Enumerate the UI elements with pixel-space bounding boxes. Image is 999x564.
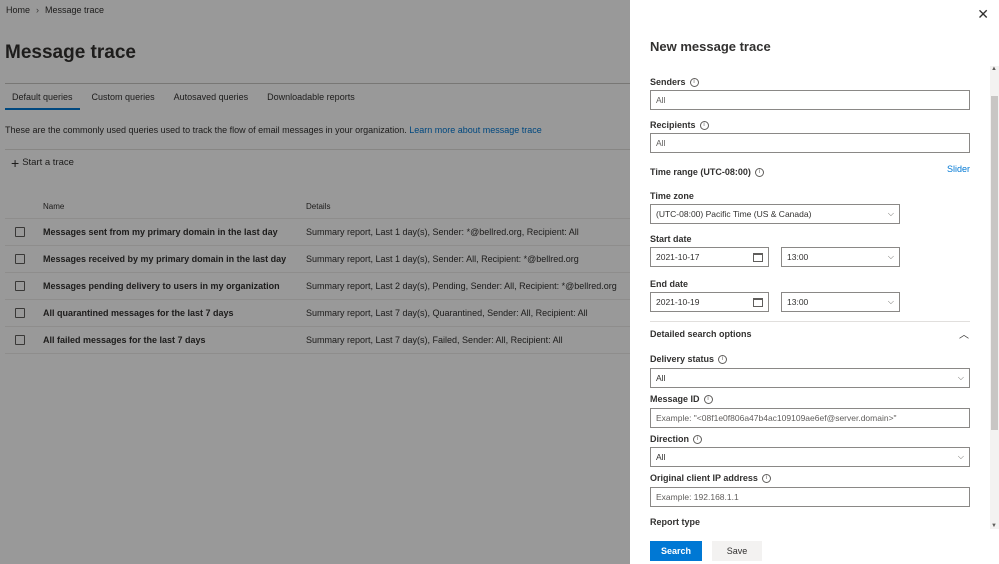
- end-time-value: 13:00: [787, 297, 809, 307]
- message-id-label: Message ID i: [650, 394, 713, 404]
- info-icon[interactable]: i: [754, 167, 764, 177]
- info-icon[interactable]: i: [689, 77, 699, 87]
- info-icon[interactable]: i: [693, 434, 703, 444]
- recipients-label: Recipients i: [650, 120, 709, 130]
- time-zone-label-text: Time zone: [650, 191, 694, 201]
- recipients-placeholder: All: [656, 138, 666, 148]
- end-time-select[interactable]: 13:00 ⌵: [781, 292, 900, 312]
- start-date-label: Start date: [650, 234, 692, 244]
- direction-select[interactable]: All ⌵: [650, 447, 970, 467]
- delivery-status-label-text: Delivery status: [650, 354, 715, 364]
- time-zone-select[interactable]: (UTC-08:00) Pacific Time (US & Canada) ⌵: [650, 204, 900, 224]
- delivery-status-select[interactable]: All ⌵: [650, 368, 970, 388]
- chevron-down-icon: ⌵: [887, 252, 894, 261]
- scroll-up-icon[interactable]: ▲: [991, 66, 997, 72]
- message-id-input[interactable]: Example: "<08f1e0f806a47b4ac109109ae6ef@…: [650, 408, 970, 428]
- scroll-thumb[interactable]: [991, 96, 998, 430]
- time-zone-value: (UTC-08:00) Pacific Time (US & Canada): [656, 209, 812, 219]
- search-button[interactable]: Search: [650, 541, 702, 561]
- chevron-down-icon: ⌵: [957, 373, 964, 382]
- chevron-down-icon: ⌵: [887, 297, 894, 306]
- senders-placeholder: All: [656, 95, 666, 105]
- start-time-select[interactable]: 13:00 ⌵: [781, 247, 900, 267]
- end-date-value: 2021-10-19: [656, 297, 700, 307]
- time-range-label: Time range (UTC-08:00) i: [650, 167, 764, 177]
- delivery-status-value: All: [656, 373, 666, 383]
- info-icon[interactable]: i: [703, 394, 713, 404]
- recipients-label-text: Recipients: [650, 120, 696, 130]
- message-id-placeholder: Example: "<08f1e0f806a47b4ac109109ae6ef@…: [656, 413, 897, 423]
- senders-label-text: Senders: [650, 77, 686, 87]
- divider: [650, 321, 970, 322]
- time-range-label-text: Time range (UTC-08:00): [650, 167, 751, 177]
- new-message-trace-panel: ✕ New message trace Senders i All Recipi…: [630, 0, 999, 564]
- end-date-label: End date: [650, 279, 688, 289]
- senders-label: Senders i: [650, 77, 699, 87]
- message-id-label-text: Message ID: [650, 394, 700, 404]
- end-date-picker[interactable]: 2021-10-19: [650, 292, 769, 312]
- info-icon[interactable]: i: [718, 354, 728, 364]
- end-date-label-text: End date: [650, 279, 689, 289]
- panel-scrollbar[interactable]: ▲ ▼: [990, 66, 999, 529]
- senders-input[interactable]: All: [650, 90, 970, 110]
- start-date-value: 2021-10-17: [656, 252, 700, 262]
- client-ip-label-text: Original client IP address: [650, 473, 758, 483]
- client-ip-placeholder: Example: 192.168.1.1: [656, 492, 739, 502]
- start-date-picker[interactable]: 2021-10-17: [650, 247, 769, 267]
- delivery-status-label: Delivery status i: [650, 354, 728, 364]
- close-icon[interactable]: ✕: [977, 6, 989, 23]
- calendar-icon: [753, 252, 763, 262]
- direction-label-text: Direction: [650, 434, 690, 444]
- save-button[interactable]: Save: [712, 541, 762, 561]
- recipients-input[interactable]: All: [650, 133, 970, 153]
- client-ip-input[interactable]: Example: 192.168.1.1: [650, 487, 970, 507]
- scroll-down-icon[interactable]: ▼: [991, 523, 997, 529]
- slider-link[interactable]: Slider: [947, 164, 970, 174]
- chevron-down-icon: ⌵: [887, 209, 894, 218]
- start-date-label-text: Start date: [650, 234, 692, 244]
- info-icon[interactable]: i: [699, 120, 709, 130]
- info-icon[interactable]: i: [761, 473, 771, 483]
- client-ip-label: Original client IP address i: [650, 473, 771, 483]
- direction-label: Direction i: [650, 434, 703, 444]
- chevron-up-icon[interactable]: ︿: [959, 326, 969, 341]
- report-type-label: Report type: [650, 517, 700, 527]
- direction-value: All: [656, 452, 666, 462]
- chevron-down-icon: ⌵: [957, 452, 964, 461]
- time-zone-label: Time zone: [650, 191, 694, 201]
- report-type-label-text: Report type: [650, 517, 701, 527]
- start-time-value: 13:00: [787, 252, 809, 262]
- detailed-search-toggle[interactable]: Detailed search options: [650, 329, 752, 339]
- calendar-icon: [753, 297, 763, 307]
- panel-title: New message trace: [650, 39, 771, 54]
